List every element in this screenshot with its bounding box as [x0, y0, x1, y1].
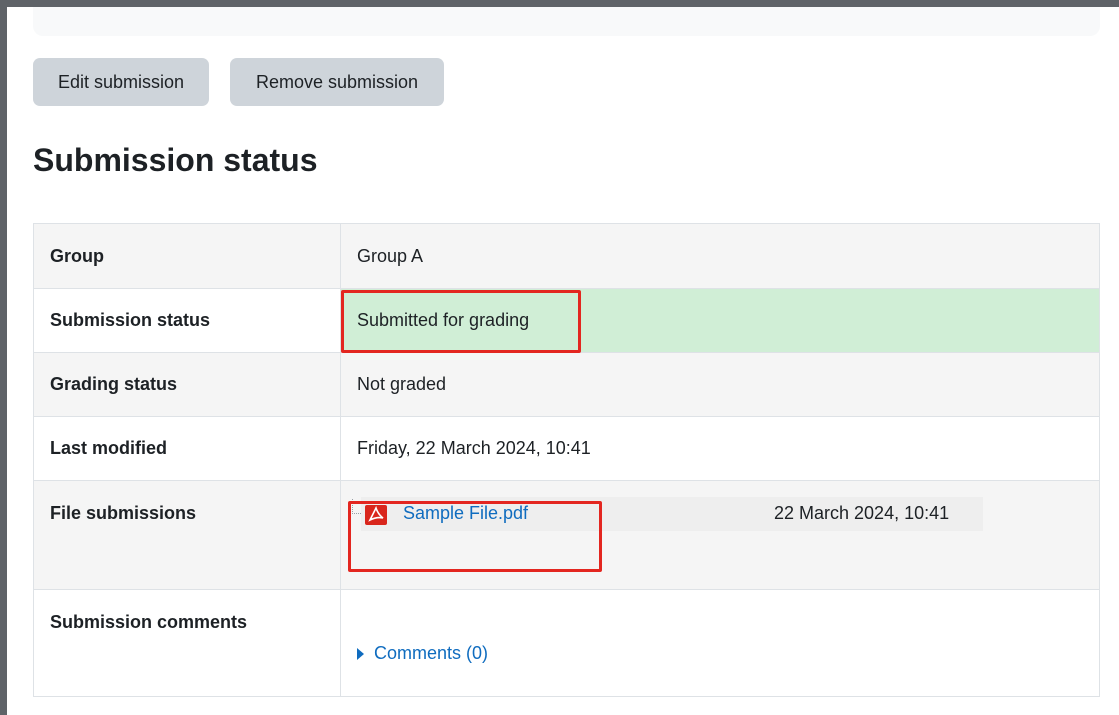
- pdf-icon: [365, 505, 387, 525]
- table-row-file-submissions: File submissions Sample File.pdf 22 Marc…: [33, 480, 1100, 590]
- window-frame-top: [0, 0, 1119, 7]
- file-tree: Sample File.pdf 22 March 2024, 10:41: [341, 481, 1099, 589]
- file-date: 22 March 2024, 10:41: [774, 503, 950, 523]
- top-panel: [33, 7, 1100, 36]
- row-label: Group: [33, 223, 341, 289]
- group-value: Group A: [340, 223, 1100, 289]
- triangle-right-icon: [357, 647, 364, 660]
- table-row-last-modified: Last modified Friday, 22 March 2024, 10:…: [33, 416, 1100, 481]
- file-entry: Sample File.pdf 22 March 2024, 10:41: [361, 497, 983, 531]
- table-row-submission-status: Submission status Submitted for grading: [33, 288, 1100, 353]
- edit-submission-button[interactable]: Edit submission: [33, 58, 209, 106]
- row-label: Last modified: [33, 416, 341, 481]
- file-link[interactable]: Sample File.pdf: [403, 503, 528, 524]
- page-title: Submission status: [33, 142, 318, 178]
- table-row-submission-comments: Submission comments Comments (0): [33, 589, 1100, 697]
- file-submissions-cell: Sample File.pdf 22 March 2024, 10:41: [340, 480, 1100, 590]
- row-label: Submission status: [33, 288, 341, 353]
- grading-status-value: Not graded: [340, 352, 1100, 417]
- submission-comments-cell: Comments (0): [340, 589, 1100, 697]
- row-label: File submissions: [33, 480, 341, 590]
- row-label: Submission comments: [33, 589, 341, 697]
- comments-toggle[interactable]: Comments (0): [357, 643, 488, 664]
- last-modified-value: Friday, 22 March 2024, 10:41: [340, 416, 1100, 481]
- comments-toggle-label: Comments (0): [374, 643, 489, 664]
- submission-status-table: Group Group A Submission status Submitte…: [33, 223, 1100, 697]
- submission-status-value: Submitted for grading: [340, 288, 1100, 353]
- table-row-grading-status: Grading status Not graded: [33, 352, 1100, 417]
- row-label: Grading status: [33, 352, 341, 417]
- window-frame-left: [0, 0, 7, 715]
- remove-submission-button[interactable]: Remove submission: [230, 58, 444, 106]
- table-row-group: Group Group A: [33, 223, 1100, 289]
